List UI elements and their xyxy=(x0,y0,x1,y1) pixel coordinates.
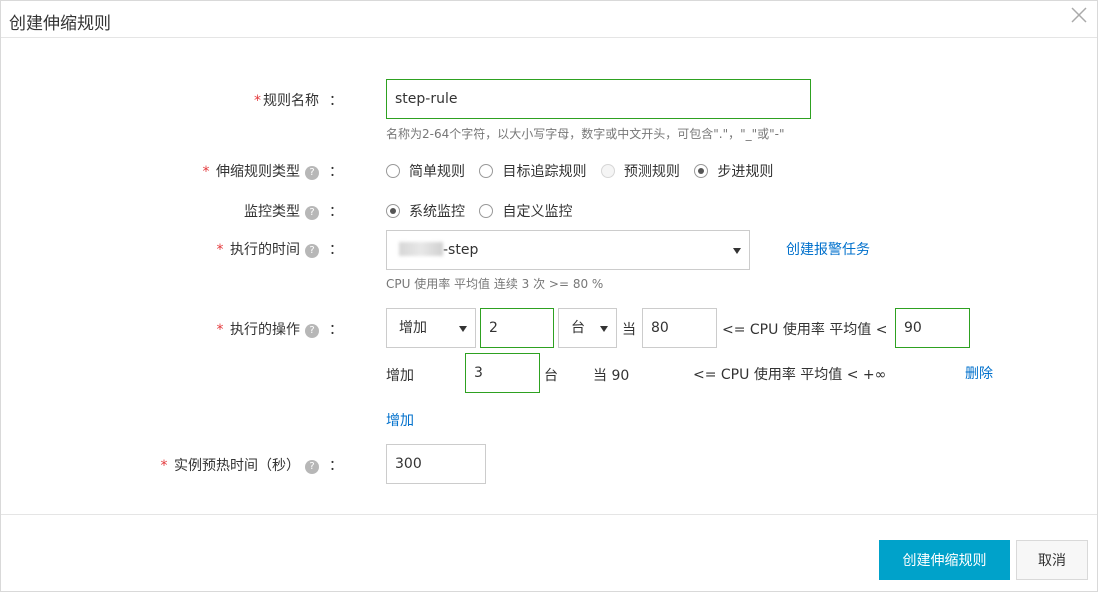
create-scaling-rule-dialog: 创建伸缩规则 * 规则名称： step-rule 名称为2-64个字符，以大小写字… xyxy=(0,0,1098,592)
action-type-selected: 增加 xyxy=(399,320,427,336)
step1-metric-text: <= CPU 使用率 平均值 < xyxy=(722,322,888,338)
radio-label: 步进规则 xyxy=(717,164,774,180)
radio-predictive-rule: 预测规则 xyxy=(600,161,680,181)
redacted-name xyxy=(399,242,443,256)
monitor-type-label: 监控类型? ： xyxy=(244,201,343,221)
cancel-button[interactable]: 取消 xyxy=(1016,540,1088,580)
radio-checked-icon xyxy=(386,204,400,218)
required-mark: * xyxy=(254,93,261,109)
add-step-link[interactable]: 增加 xyxy=(386,410,414,430)
step1-count-input[interactable]: 2 xyxy=(480,308,554,348)
required-mark: * xyxy=(216,242,224,258)
radio-icon xyxy=(386,164,400,178)
help-icon[interactable]: ? xyxy=(305,244,319,258)
radio-label: 预测规则 xyxy=(623,164,680,180)
radio-icon xyxy=(479,164,494,178)
alarm-condition-text: CPU 使用率 平均值 连续 3 次 >= 80 % xyxy=(386,277,604,291)
rule-type-label-text: 伸缩规则类型 xyxy=(216,164,300,180)
colon: ： xyxy=(329,204,343,220)
rule-name-label: * 规则名称 ： xyxy=(254,90,343,110)
radio-icon xyxy=(600,164,615,178)
step1-upper-value: 90 xyxy=(904,320,922,336)
exec-time-label-text: 执行的时间 xyxy=(230,242,300,258)
rule-name-input[interactable]: step-rule xyxy=(386,79,811,119)
radio-simple-rule[interactable]: 简单规则 xyxy=(386,161,465,181)
header-divider xyxy=(1,37,1097,38)
rule-type-radio-group: 简单规则 目标追踪规则 预测规则 步进规则 xyxy=(386,161,783,181)
step2-count-input[interactable]: 3 xyxy=(465,353,540,393)
dialog-header: 创建伸缩规则 xyxy=(1,1,1097,37)
chevron-down-icon xyxy=(600,326,608,332)
monitor-type-radio-group: 系统监控 自定义监控 xyxy=(386,201,582,221)
unit-selected: 台 xyxy=(571,320,585,336)
footer-divider xyxy=(1,514,1097,515)
step2-unit-text: 台 xyxy=(544,368,558,384)
radio-label: 自定义监控 xyxy=(502,204,573,220)
step1-lower-bound-input[interactable]: 80 xyxy=(642,308,717,348)
unit-select[interactable]: 台 xyxy=(558,308,617,348)
required-mark: * xyxy=(216,322,224,338)
rule-type-label: * 伸缩规则类型? ： xyxy=(203,161,343,181)
exec-time-label: * 执行的时间? ： xyxy=(217,239,343,259)
create-scaling-rule-button[interactable]: 创建伸缩规则 xyxy=(879,540,1010,580)
step1-upper-bound-input[interactable]: 90 xyxy=(895,308,970,348)
chevron-down-icon xyxy=(459,326,467,332)
exec-action-label-text: 执行的操作 xyxy=(230,322,300,338)
help-icon[interactable]: ? xyxy=(305,324,319,338)
help-icon[interactable]: ? xyxy=(305,460,319,474)
required-mark: * xyxy=(202,164,210,180)
colon: ： xyxy=(329,458,343,474)
colon: ： xyxy=(329,164,343,180)
rule-name-hint: 名称为2-64个字符，以大小写字母，数字或中文开头，可包含"."，"_"或"-" xyxy=(386,127,785,141)
rule-name-value: step-rule xyxy=(395,91,458,107)
alarm-task-selected: -step xyxy=(443,242,479,258)
when-label: 当 xyxy=(622,322,636,338)
radio-target-tracking-rule[interactable]: 目标追踪规则 xyxy=(479,161,586,181)
rule-name-label-text: 规则名称 xyxy=(263,93,319,109)
exec-action-label: * 执行的操作? ： xyxy=(217,319,343,339)
radio-label: 系统监控 xyxy=(409,204,465,220)
create-alarm-task-link[interactable]: 创建报警任务 xyxy=(786,239,870,259)
action-type-select[interactable]: 增加 xyxy=(386,308,476,348)
close-icon[interactable] xyxy=(1069,5,1089,25)
alarm-task-select[interactable]: -step xyxy=(386,230,750,270)
colon: ： xyxy=(329,242,343,258)
help-icon[interactable]: ? xyxy=(305,166,319,180)
radio-custom-monitor[interactable]: 自定义监控 xyxy=(479,201,572,221)
dialog-title: 创建伸缩规则 xyxy=(9,14,111,34)
step1-count-value: 2 xyxy=(489,320,498,336)
radio-step-rule[interactable]: 步进规则 xyxy=(694,161,773,181)
delete-step-link[interactable]: 删除 xyxy=(965,363,993,383)
warmup-label: * 实例预热时间（秒）? ： xyxy=(161,455,343,475)
step2-when-text: 当 90 xyxy=(593,368,630,384)
required-mark: * xyxy=(160,458,168,474)
monitor-type-label-text: 监控类型 xyxy=(244,204,300,220)
colon: ： xyxy=(329,322,343,338)
radio-label: 目标追踪规则 xyxy=(502,164,587,180)
step2-count-value: 3 xyxy=(474,365,483,381)
warmup-label-text: 实例预热时间（秒） xyxy=(174,458,300,474)
chevron-down-icon xyxy=(733,248,741,254)
warmup-time-input[interactable]: 300 xyxy=(386,444,486,484)
step2-metric-text: <= CPU 使用率 平均值 < +∞ xyxy=(693,367,887,383)
step1-lower-value: 80 xyxy=(651,320,669,336)
radio-label: 简单规则 xyxy=(409,164,465,180)
step2-action-text: 增加 xyxy=(386,368,414,384)
radio-system-monitor[interactable]: 系统监控 xyxy=(386,201,465,221)
help-icon[interactable]: ? xyxy=(305,206,319,220)
radio-checked-icon xyxy=(694,164,709,178)
radio-icon xyxy=(479,204,494,218)
colon: ： xyxy=(329,93,343,109)
warmup-time-value: 300 xyxy=(395,456,422,472)
